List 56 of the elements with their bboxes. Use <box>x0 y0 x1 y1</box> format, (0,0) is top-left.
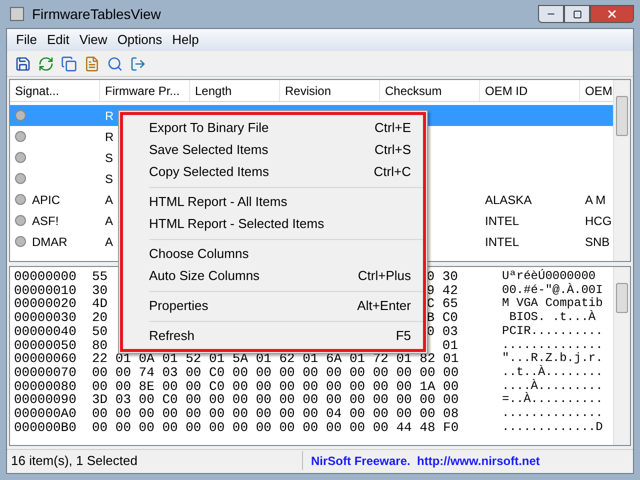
hex-bytes: 30 <box>92 284 108 298</box>
hex-ascii: ....À......... <box>502 380 603 393</box>
hex-offset: 00000020 <box>14 297 78 312</box>
hex-offset: 00000010 <box>14 284 78 298</box>
hex-offset: 00000000 <box>14 270 78 284</box>
hex-offset: 00000050 <box>14 338 78 352</box>
table-cell-text: DMAR <box>32 234 68 250</box>
hex-ascii: =..À.......... <box>502 393 603 408</box>
table-cell-text: ALASKA <box>485 192 532 208</box>
hex-bytes: 9 42 <box>426 284 458 298</box>
table-cell-text: INTEL <box>485 212 520 230</box>
hex-ascii: BIOS. .t...À <box>508 311 596 325</box>
table-cell-text: HCG <box>585 212 612 230</box>
table-cell-text: SNB <box>585 234 610 250</box>
hex-bytes: 00 00 74 03 00 C0 00 00 00 00 00 00 00 00 00 00 <box>92 366 460 380</box>
hex-bytes: 00 00 00 00 00 00 00 00 00 00 00 00 00 44 48 F0 <box>92 420 460 434</box>
hex-bytes: 00 00 8E 00 00 C0 00 00 00 00 00 00 00 00 1A 00 <box>92 380 460 394</box>
table-cell-text: R <box>105 108 114 124</box>
table-cell-text: S <box>105 150 114 166</box>
table-cell-text: A <box>105 192 114 208</box>
status-text: 16 item(s), 1 Selected <box>7 450 303 470</box>
hex-offset: 00000070 <box>14 366 78 380</box>
table-cell-text: APIC <box>32 192 60 208</box>
hex-bytes: 55 <box>92 270 108 284</box>
hex-ascii: .............. <box>502 338 603 352</box>
hex-ascii: .............. <box>502 407 603 421</box>
hex-ascii: "...R.Z.b.j.r. <box>502 352 603 366</box>
hex-offset: 00000080 <box>14 380 78 394</box>
hex-ascii: .............D <box>502 420 603 434</box>
table-cell-text: S <box>105 170 114 188</box>
table-cell-text: INTEL <box>485 234 520 250</box>
window-title: FirmwareTablesView <box>32 4 161 24</box>
hex-ascii: PCIR.......... <box>502 324 603 339</box>
table-cell-text: R <box>105 128 114 146</box>
hex-bytes: 00 00 00 00 00 00 00 00 00 00 04 00 00 00 00 08 <box>92 407 460 421</box>
hex-bytes: B C0 <box>426 311 458 325</box>
hex-ascii: 00.#é-"@.À.00I <box>502 284 603 297</box>
table-cell-text: ASF! <box>32 212 59 230</box>
hex-ascii: M VGA Compatib <box>502 297 603 310</box>
hex-bytes: 50 <box>92 324 108 339</box>
hex-offset: 000000A0 <box>14 407 78 421</box>
hex-bytes: 80 <box>92 338 108 352</box>
table-cell-text: A M <box>585 192 606 208</box>
hex-offset: 00000060 <box>14 352 78 366</box>
hex-offset: 00000040 <box>14 324 78 339</box>
hex-bytes: 20 <box>92 311 108 325</box>
hex-offset: 00000030 <box>14 311 78 325</box>
hex-bytes: 3D 03 00 C0 00 00 00 00 00 00 00 00 00 00 00 00 <box>92 393 460 408</box>
hex-ascii: ..t..À........ <box>502 366 603 379</box>
hex-bytes: 4D <box>92 297 108 312</box>
table-cell-text: A <box>105 212 114 230</box>
hex-offset: 000000B0 <box>14 420 78 434</box>
hex-ascii: UªréèÚ0000000 <box>502 270 596 283</box>
table-cell-text: A <box>105 234 114 250</box>
hex-bytes: 01 <box>442 338 458 352</box>
hex-offset: 00000090 <box>14 393 78 408</box>
